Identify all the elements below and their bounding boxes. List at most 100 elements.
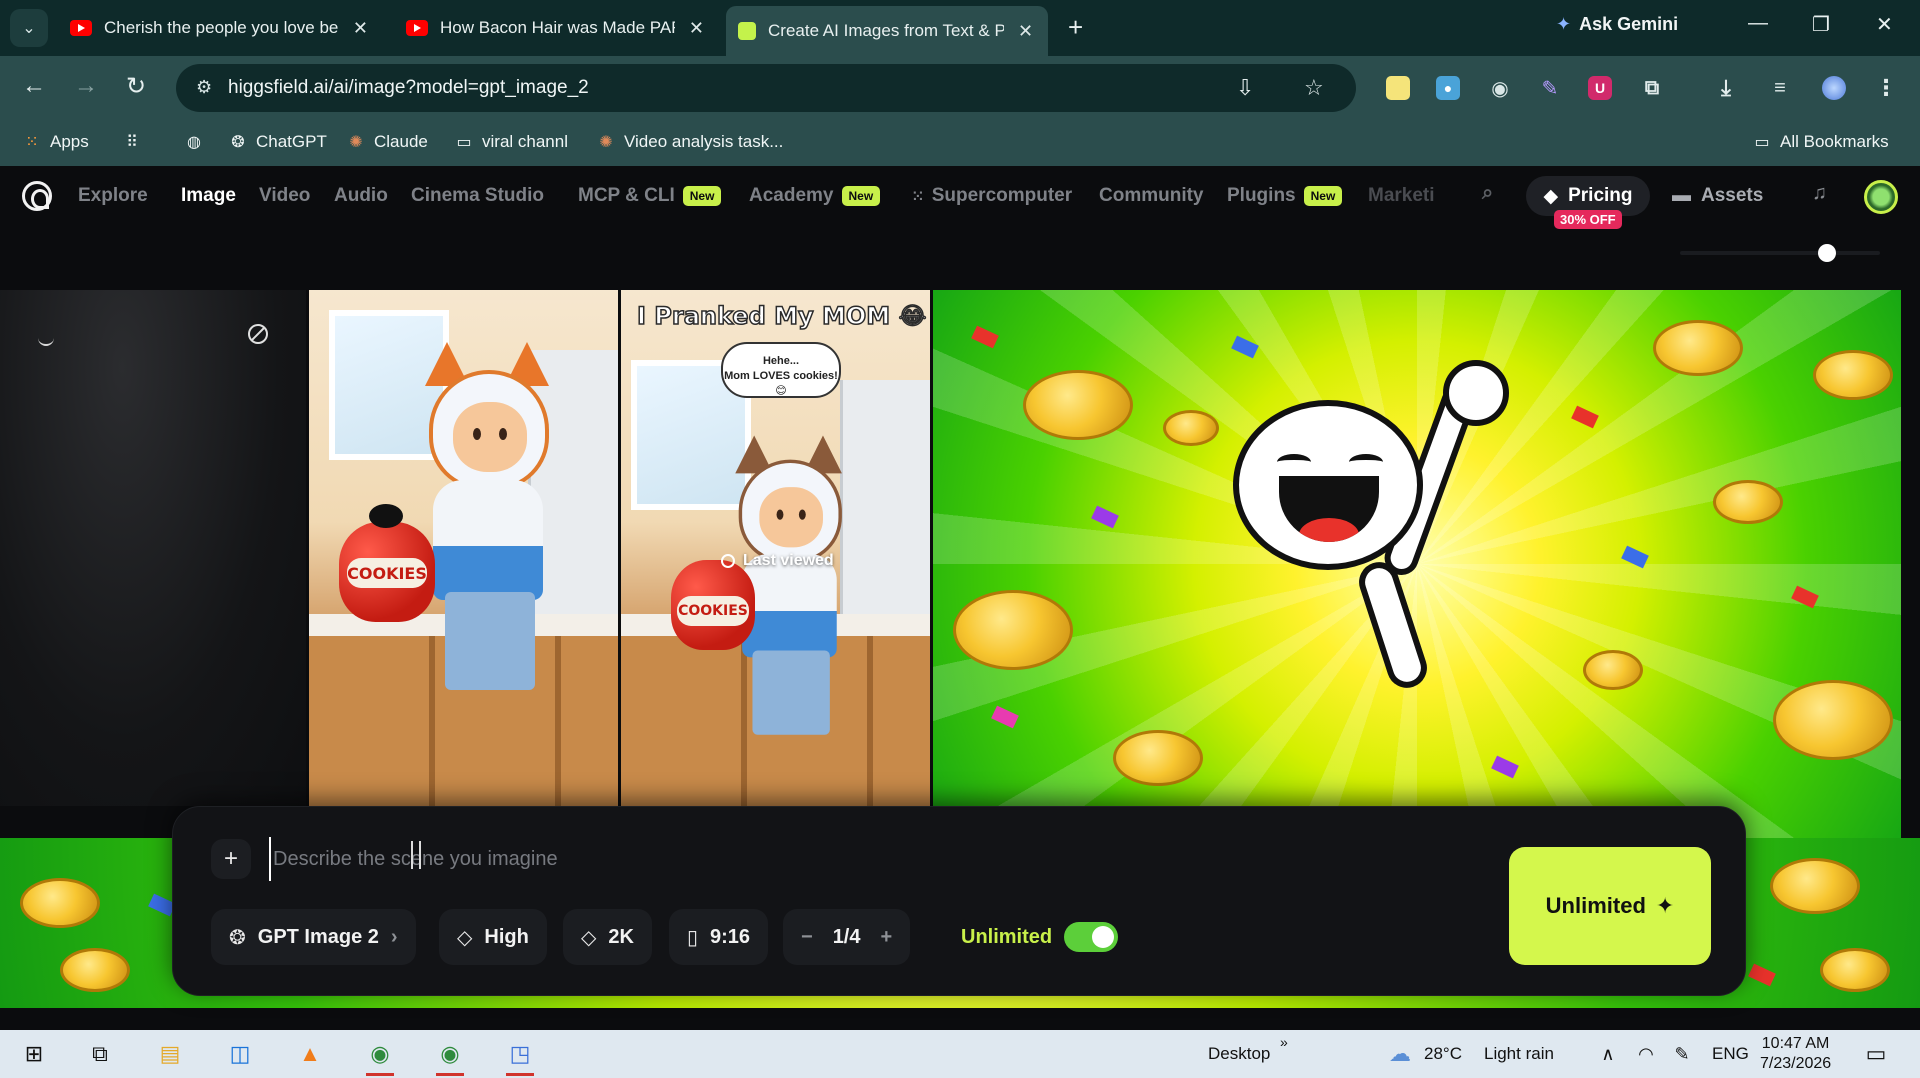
media-controls-icon[interactable]: ≡	[1768, 76, 1792, 100]
minus-icon[interactable]: −	[801, 926, 813, 949]
screen-recorder-extension-icon[interactable]: ●	[1436, 76, 1460, 100]
vlc-icon[interactable]: ▲	[294, 1038, 326, 1070]
outlook-icon[interactable]: ◫	[224, 1038, 256, 1070]
resolution-selector[interactable]: ◇ 2K	[563, 909, 652, 965]
google-apps-icon[interactable]: ⠿	[122, 132, 142, 152]
new-badge: New	[682, 186, 722, 206]
prompt-input[interactable]	[269, 837, 1369, 881]
nav-marketing[interactable]: Marketi	[1368, 185, 1435, 207]
site-settings-icon[interactable]: ⚙	[196, 77, 212, 98]
gallery-image-cookie-kid[interactable]: COOKIES	[309, 290, 618, 806]
browser-tab-3[interactable]: Create AI Images from Text & P ✕	[726, 6, 1048, 56]
window-close-icon[interactable]: ✕	[1876, 12, 1893, 37]
diamond-icon: ◆	[1543, 185, 1559, 207]
ask-gemini-button[interactable]: ✦ Ask Gemini	[1556, 14, 1678, 35]
batch-count-stepper[interactable]: − 1/4 +	[783, 909, 911, 965]
notes-extension-icon[interactable]	[1386, 76, 1410, 100]
address-bar[interactable]: ⚙ higgsfield.ai/ai/image?model=gpt_image…	[176, 64, 1356, 112]
notification-icon[interactable]: ▭	[1860, 1038, 1892, 1070]
toggle-switch[interactable]	[1064, 922, 1119, 952]
hide-icon[interactable]	[248, 324, 268, 344]
bookmark-star-icon[interactable]: ☆	[1304, 75, 1324, 101]
aspect-label: 9:16	[710, 925, 751, 948]
bookmark-video-analysis[interactable]: ✺ Video analysis task...	[596, 132, 783, 152]
browser-tab-2[interactable]: How Bacon Hair was Made PAR ✕	[394, 8, 716, 48]
url-text[interactable]: higgsfield.ai/ai/image?model=gpt_image_2	[228, 77, 589, 99]
search-icon[interactable]: ⌕	[1482, 182, 1493, 205]
app-window-icon[interactable]: ◳	[504, 1038, 536, 1076]
nav-image[interactable]: Image	[181, 185, 236, 207]
nav-plugins[interactable]: Plugins New	[1227, 185, 1343, 207]
nav-cinema-studio[interactable]: Cinema Studio	[411, 185, 544, 207]
extensions-puzzle-icon[interactable]: ⧉	[1640, 76, 1664, 100]
nav-academy[interactable]: Academy New	[749, 185, 881, 207]
higgsfield-icon	[738, 22, 756, 40]
bookmark-viral-channl[interactable]: ▭ viral channl	[454, 132, 568, 152]
nav-mcp-cli[interactable]: MCP & CLI New	[578, 185, 722, 207]
chevron-icon[interactable]: »	[1280, 1034, 1288, 1050]
gallery-image-pranked-mom[interactable]: COOKIES I Pranked My MOM 😂 Hehe... Mom L…	[621, 290, 930, 806]
generate-button[interactable]: Unlimited ✦	[1509, 847, 1711, 965]
profile-avatar[interactable]	[1822, 76, 1846, 100]
system-clock[interactable]: 10:47 AM 7/23/2026	[1760, 1034, 1831, 1074]
desktop-label[interactable]: Desktop	[1208, 1044, 1270, 1064]
user-avatar[interactable]	[1864, 180, 1898, 214]
new-tab-button[interactable]: +	[1068, 12, 1083, 43]
bell-icon[interactable]: ♫	[1812, 182, 1827, 205]
pen-extension-icon[interactable]: ✎	[1538, 76, 1562, 100]
reload-icon[interactable]: ↻	[126, 72, 146, 101]
plus-icon[interactable]: +	[881, 926, 893, 949]
forward-icon[interactable]: →	[74, 72, 98, 100]
more-menu-icon[interactable]: ⋮	[1874, 75, 1898, 100]
camera-extension-icon[interactable]: ◉	[1488, 76, 1512, 100]
language[interactable]: ENG	[1712, 1044, 1749, 1064]
bookmark-claude[interactable]: ✺ Claude	[346, 132, 428, 152]
install-app-icon[interactable]: ⇩	[1236, 75, 1254, 101]
new-badge: New	[1303, 186, 1343, 206]
task-view-icon[interactable]: ⧉	[84, 1038, 116, 1070]
generating-tile[interactable]	[0, 290, 306, 806]
restore-icon[interactable]: ❐	[1812, 12, 1830, 37]
add-reference-button[interactable]: +	[211, 839, 251, 879]
coin	[1023, 370, 1133, 440]
bookmark-chatgpt[interactable]: ❂ ChatGPT	[228, 132, 327, 152]
bookmark-globe[interactable]: ◍	[184, 132, 204, 152]
wifi-icon[interactable]: ◠	[1630, 1038, 1662, 1070]
pen-icon[interactable]: ✎	[1666, 1038, 1698, 1070]
bookmark-apps[interactable]: ⁙ Apps	[22, 132, 89, 152]
size-slider-handle[interactable]	[1818, 244, 1836, 262]
unlimited-toggle[interactable]: Unlimited	[943, 909, 1136, 965]
size-slider-track[interactable]	[1680, 251, 1880, 255]
windows-start-icon[interactable]: ⊞	[18, 1038, 50, 1070]
eye-icon	[721, 554, 735, 568]
chrome-icon[interactable]: ◉	[364, 1038, 396, 1076]
file-explorer-icon[interactable]: ▤	[154, 1038, 186, 1070]
nav-video[interactable]: Video	[259, 185, 310, 207]
coin	[1713, 480, 1783, 524]
bookmark-label: Apps	[50, 132, 89, 151]
aspect-ratio-selector[interactable]: ▯ 9:16	[669, 909, 769, 965]
close-icon[interactable]: ✕	[1018, 21, 1033, 42]
back-icon[interactable]: ←	[22, 72, 46, 100]
chrome-profile-icon[interactable]: ◉	[434, 1038, 466, 1076]
downloads-icon[interactable]: ⤓	[1714, 75, 1738, 100]
shield-extension-icon[interactable]: U	[1588, 76, 1612, 100]
plus-icon: +	[223, 845, 238, 872]
model-selector[interactable]: ❂ GPT Image 2 ›	[211, 909, 416, 965]
higgsfield-logo[interactable]	[22, 181, 52, 211]
browser-tab-1[interactable]: Cherish the people you love be ✕	[58, 8, 380, 48]
all-bookmarks[interactable]: ▭ All Bookmarks	[1752, 132, 1888, 152]
gallery-image-stickman-coins[interactable]	[933, 290, 1901, 838]
browser-toolbar: ← → ↻ ⚙ higgsfield.ai/ai/image?model=gpt…	[0, 56, 1920, 120]
tray-chevron-up-icon[interactable]: ∧	[1592, 1038, 1624, 1070]
nav-explore[interactable]: Explore	[78, 185, 148, 207]
close-icon[interactable]: ✕	[689, 18, 704, 39]
tab-search-button[interactable]: ⌄	[10, 9, 48, 47]
quality-selector[interactable]: ◇ High	[439, 909, 547, 965]
minimize-icon[interactable]: —	[1748, 12, 1768, 35]
close-icon[interactable]: ✕	[353, 18, 368, 39]
assets-button[interactable]: ▬ Assets	[1672, 185, 1763, 207]
nav-community[interactable]: Community	[1099, 185, 1204, 207]
nav-audio[interactable]: Audio	[334, 185, 388, 207]
nav-supercomputer[interactable]: ⁙ Supercomputer	[912, 185, 1072, 207]
